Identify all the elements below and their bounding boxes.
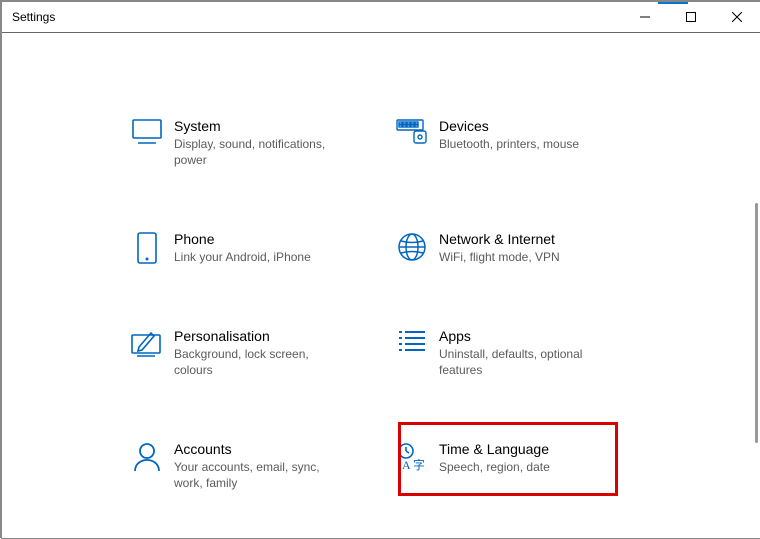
svg-text:A: A: [402, 458, 411, 472]
titlebar: Settings: [2, 2, 760, 33]
category-title: Time & Language: [439, 440, 550, 458]
category-desc: Background, lock screen, colours: [174, 346, 344, 378]
category-network[interactable]: Network & Internet WiFi, flight mode, VP…: [387, 226, 652, 269]
window-title: Settings: [12, 10, 55, 24]
category-desc: Your accounts, email, sync, work, family: [174, 459, 344, 491]
category-desc: Bluetooth, printers, mouse: [439, 136, 579, 152]
category-system[interactable]: System Display, sound, notifications, po…: [122, 113, 387, 172]
globe-icon: [387, 230, 437, 262]
category-title: Phone: [174, 230, 311, 248]
apps-icon: [387, 327, 437, 353]
accounts-icon: [122, 440, 172, 472]
category-title: Personalisation: [174, 327, 344, 345]
phone-icon: [122, 230, 172, 264]
category-apps[interactable]: Apps Uninstall, defaults, optional featu…: [387, 323, 652, 382]
time-language-icon: A 字: [387, 440, 437, 472]
category-title: System: [174, 117, 344, 135]
category-title: Apps: [439, 327, 609, 345]
category-desc: Link your Android, iPhone: [174, 249, 311, 265]
category-accounts[interactable]: Accounts Your accounts, email, sync, wor…: [122, 436, 387, 495]
category-desc: WiFi, flight mode, VPN: [439, 249, 560, 265]
category-desc: Display, sound, notifications, power: [174, 136, 344, 168]
maximize-button[interactable]: [668, 2, 714, 32]
system-icon: [122, 117, 172, 145]
categories-grid: System Display, sound, notifications, po…: [122, 113, 720, 538]
category-desc: Uninstall, defaults, optional features: [439, 346, 609, 378]
category-title: Devices: [439, 117, 579, 135]
close-button[interactable]: [714, 2, 760, 32]
category-devices[interactable]: Devices Bluetooth, printers, mouse: [387, 113, 652, 172]
category-time-language[interactable]: A 字 Time & Language Speech, region, date: [387, 436, 652, 495]
category-personalisation[interactable]: Personalisation Background, lock screen,…: [122, 323, 387, 382]
personalisation-icon: [122, 327, 172, 357]
content-area: System Display, sound, notifications, po…: [2, 33, 760, 538]
category-desc: Speech, region, date: [439, 459, 550, 475]
window-controls: [622, 2, 760, 32]
scrollbar[interactable]: [755, 203, 758, 443]
category-title: Accounts: [174, 440, 344, 458]
category-title: Network & Internet: [439, 230, 560, 248]
category-phone[interactable]: Phone Link your Android, iPhone: [122, 226, 387, 269]
svg-text:字: 字: [413, 457, 425, 472]
minimize-button[interactable]: [622, 2, 668, 32]
devices-icon: [387, 117, 437, 145]
